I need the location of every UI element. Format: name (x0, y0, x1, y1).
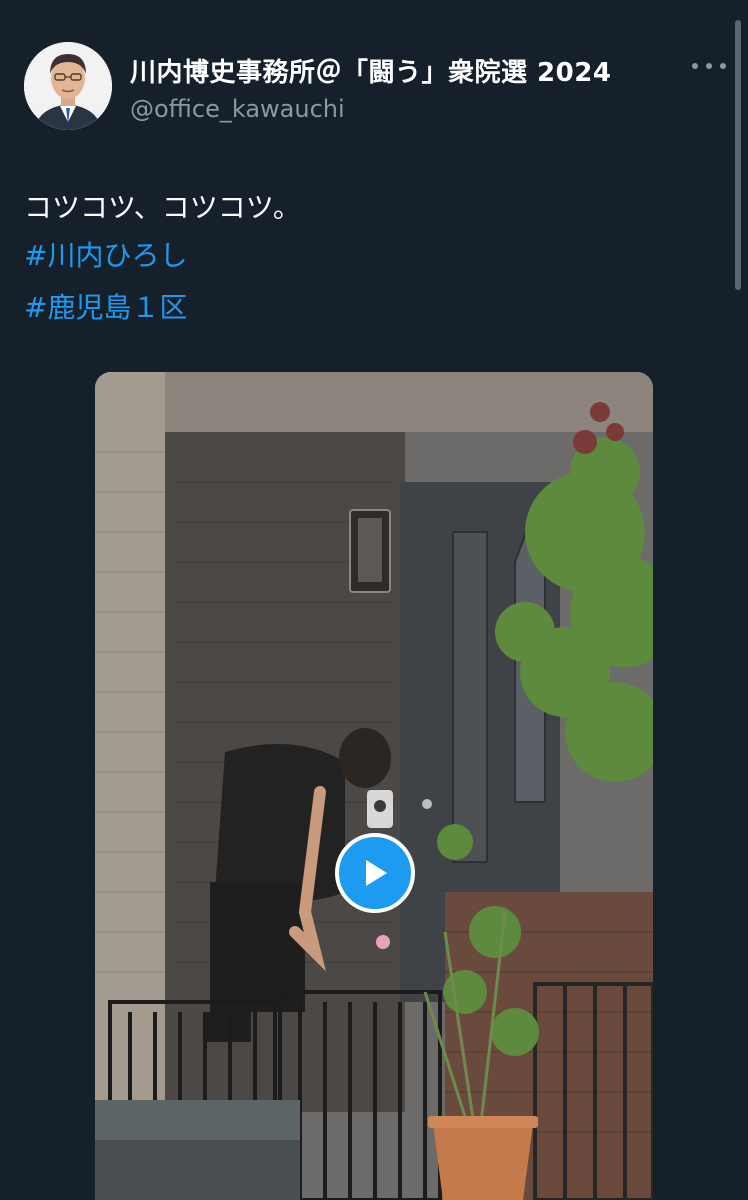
author-names[interactable]: 川内博史事務所＠「闘う」衆院選 2024 @office_kawauchi (130, 52, 611, 123)
author-handle[interactable]: @office_kawauchi (130, 95, 611, 123)
more-dot (706, 63, 712, 69)
hashtag-link[interactable]: #鹿児島１区 (24, 286, 187, 326)
tweet: 川内博史事務所＠「闘う」衆院選 2024 @office_kawauchi コツ… (0, 0, 748, 1200)
tweet-text: コツコツ、コツコツ。 (24, 191, 301, 224)
video-frame-image (95, 372, 653, 1200)
video-play-button[interactable] (335, 833, 415, 913)
video-thumbnail[interactable] (95, 372, 653, 1200)
hashtag-link[interactable]: #川内ひろし (24, 234, 187, 274)
more-dot (692, 63, 698, 69)
more-options-icon[interactable] (692, 54, 726, 78)
author-avatar[interactable] (24, 42, 112, 130)
author-display-name[interactable]: 川内博史事務所＠「闘う」衆院選 2024 (130, 52, 611, 89)
more-dot (720, 63, 726, 69)
scrollbar[interactable] (735, 20, 741, 290)
play-icon (366, 860, 387, 886)
